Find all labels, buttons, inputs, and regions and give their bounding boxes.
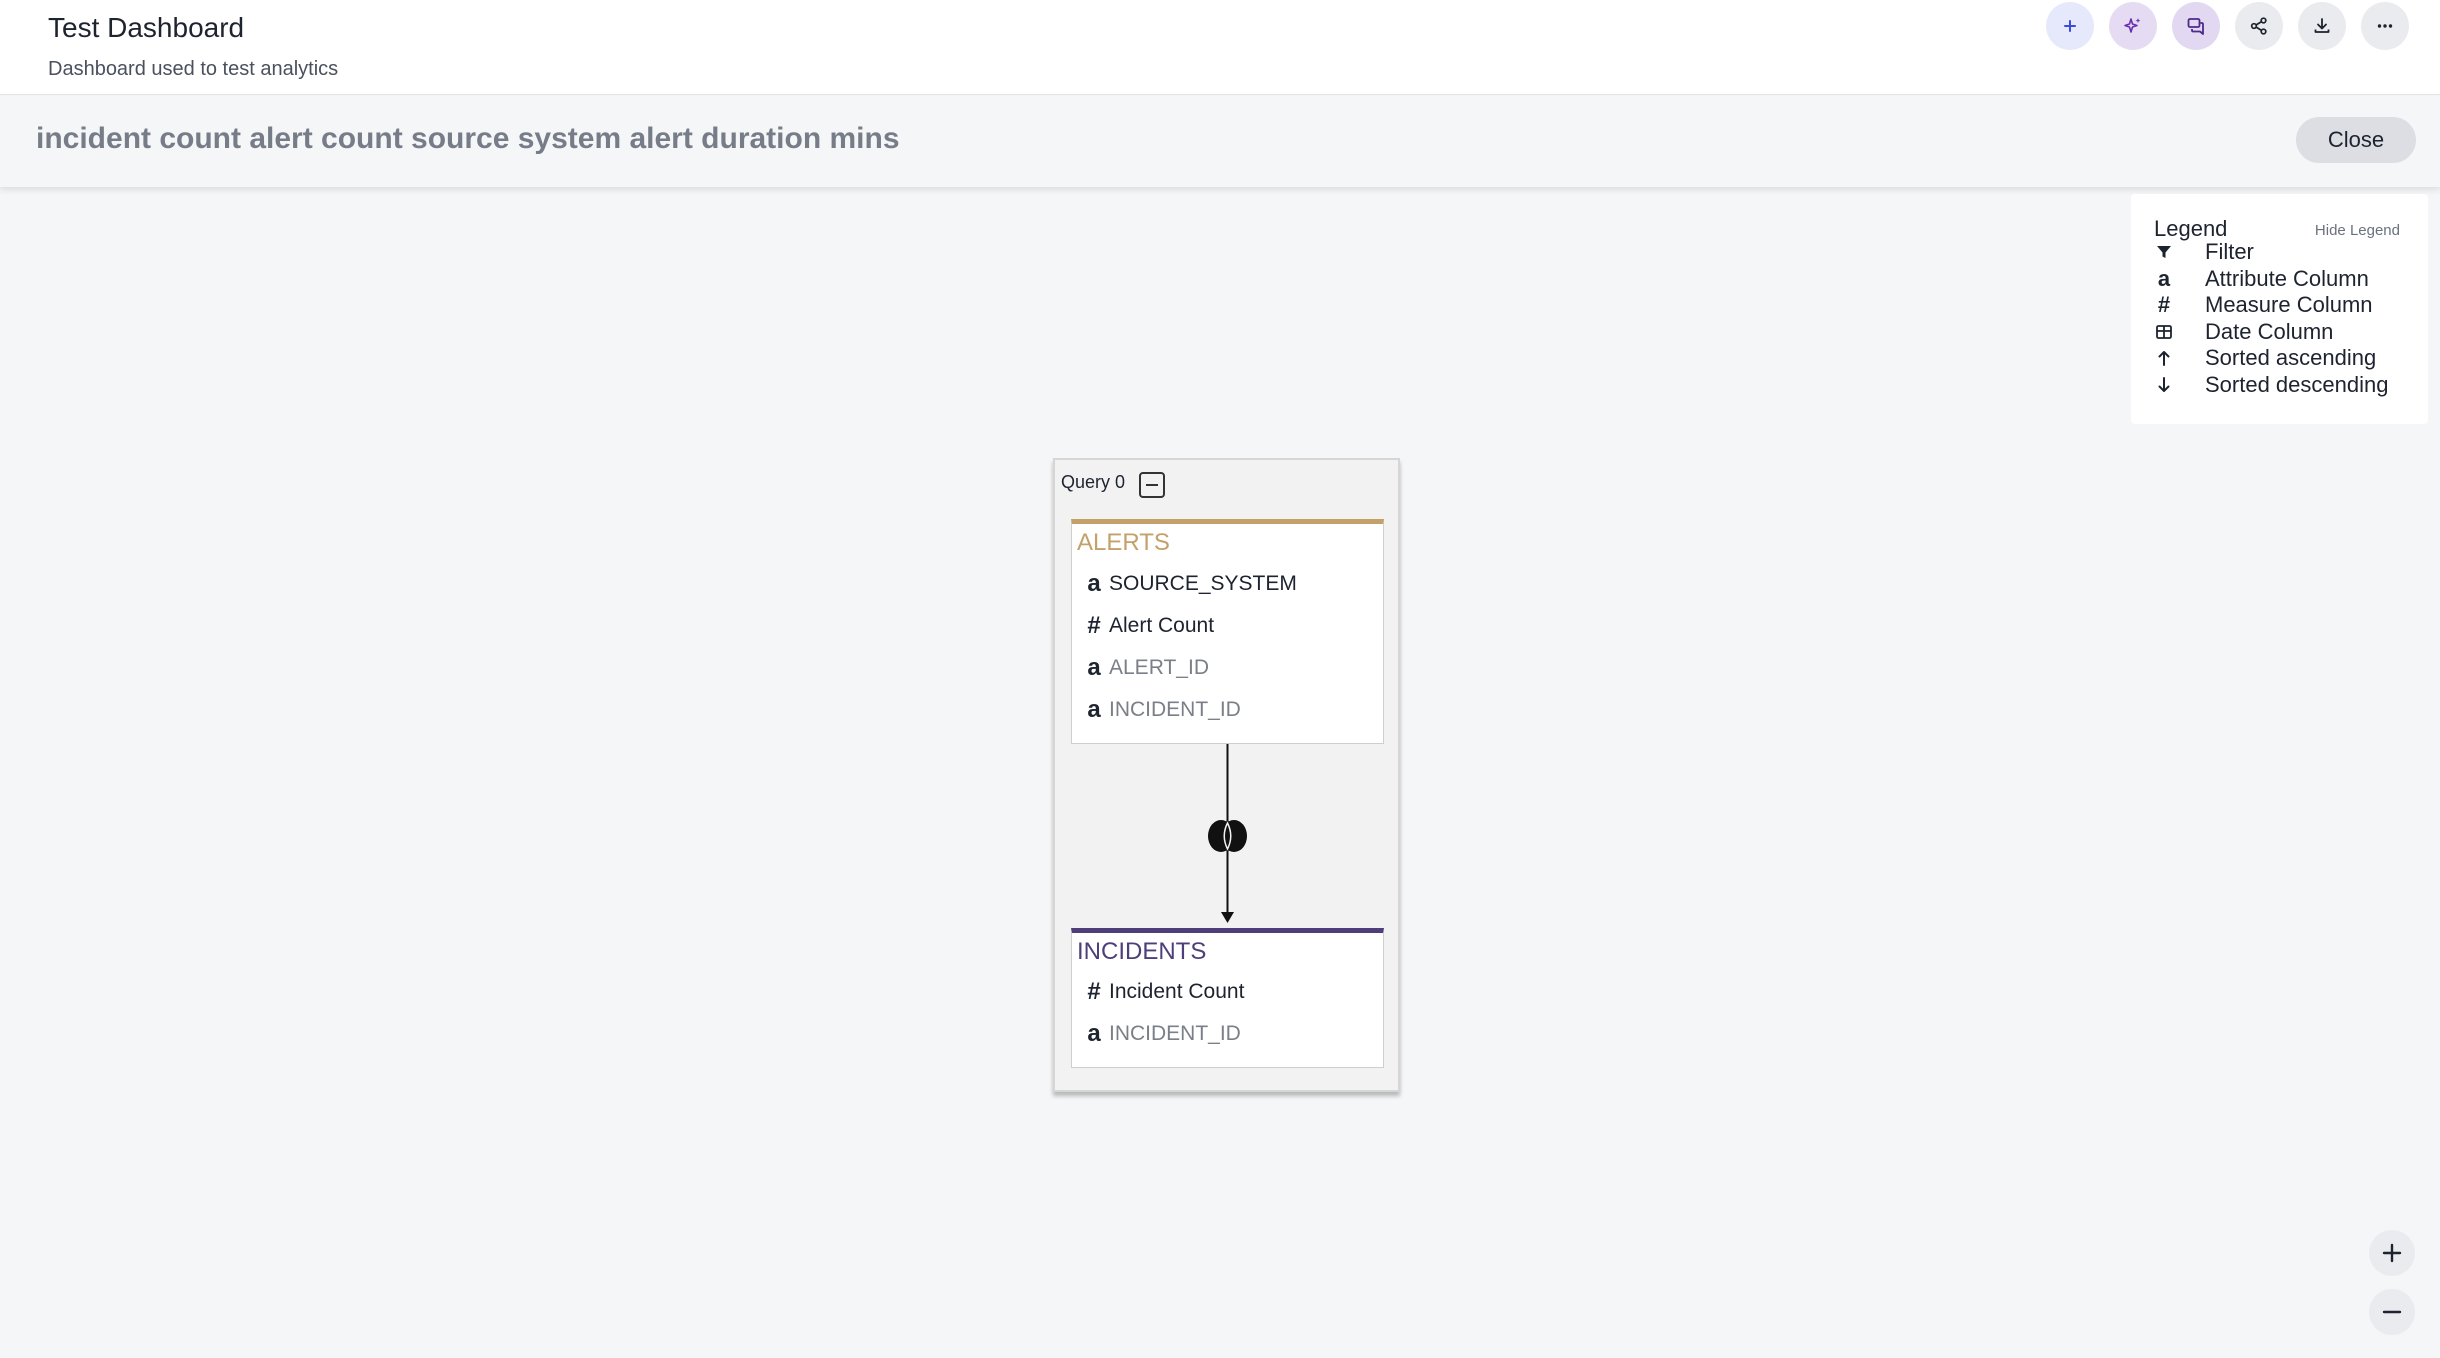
legend-item-attribute: a Attribute Column (2154, 266, 2369, 292)
date-icon (2154, 321, 2174, 343)
download-button[interactable] (2298, 2, 2346, 50)
zoom-in-button[interactable] (2369, 1230, 2415, 1276)
query-bar: incident count alert count source system… (0, 96, 2440, 187)
legend-item-date: Date Column (2154, 319, 2333, 345)
table-card-alerts[interactable]: ALERTS a SOURCE_SYSTEM # Alert Count a A… (1071, 519, 1384, 744)
zoom-out-icon (2382, 1310, 2402, 1314)
column-name: Alert Count (1109, 614, 1215, 637)
column-row[interactable]: # Alert Count (1084, 611, 1214, 641)
query-text: incident count alert count source system… (36, 122, 900, 155)
download-icon (2314, 18, 2330, 33)
arrow-up-icon (2154, 347, 2174, 369)
collapse-query-button[interactable] (1139, 472, 1165, 498)
zoom-out-button[interactable] (2369, 1289, 2415, 1335)
ai-button[interactable] (2109, 2, 2157, 50)
share-button[interactable] (2235, 2, 2283, 50)
add-icon (2064, 20, 2076, 32)
column-row[interactable]: a INCIDENT_ID (1084, 695, 1241, 725)
legend-item-filter: Filter (2154, 239, 2254, 265)
measure-icon: # (1087, 612, 1101, 639)
header-actions (2046, 2, 2409, 50)
query-group[interactable]: Query 0 ALERTS a SOURCE_SYSTEM # Alert C… (1053, 458, 1400, 1092)
column-name: SOURCE_SYSTEM (1109, 572, 1297, 595)
column-row[interactable]: a INCIDENT_ID (1084, 1019, 1241, 1049)
column-row[interactable]: a SOURCE_SYSTEM (1084, 569, 1297, 599)
share-icon (2250, 17, 2267, 35)
attribute-icon: a (2157, 266, 2171, 291)
inner-join-icon (1208, 820, 1247, 852)
column-name: Incident Count (1109, 980, 1245, 1003)
legend-item-measure: # Measure Column (2154, 292, 2373, 318)
measure-icon: # (2157, 292, 2171, 317)
attribute-icon: a (1087, 1020, 1101, 1047)
arrow-down-icon (2154, 374, 2174, 396)
attribute-icon: a (1087, 696, 1101, 723)
legend-item-sorted-asc: Sorted ascending (2154, 345, 2376, 371)
dashboard-subtitle: Dashboard used to test analytics (48, 58, 339, 80)
add-button[interactable] (2046, 2, 2094, 50)
dashboard-title: Test Dashboard (48, 12, 245, 43)
close-button[interactable]: Close (2296, 117, 2416, 163)
hide-legend-link[interactable]: Hide Legend (2315, 222, 2400, 239)
table-name: INCIDENTS (1077, 938, 1207, 965)
filter-icon (2154, 241, 2174, 263)
table-name: ALERTS (1077, 529, 1170, 556)
column-name: INCIDENT_ID (1109, 1022, 1241, 1045)
more-button[interactable] (2361, 2, 2409, 50)
attribute-icon: a (1087, 654, 1101, 681)
column-row[interactable]: # Incident Count (1084, 977, 1244, 1007)
legend-panel: Legend Hide Legend Filter a Attribute Co… (2131, 194, 2428, 424)
conversation-icon (2187, 18, 2204, 35)
sparkle-ai-icon (2124, 18, 2141, 33)
more-icon (2377, 24, 2393, 28)
zoom-in-icon (2382, 1243, 2402, 1263)
column-name: ALERT_ID (1109, 656, 1209, 679)
attribute-icon: a (1087, 570, 1101, 597)
dashboard-header: Test Dashboard Dashboard used to test an… (0, 0, 2440, 95)
measure-icon: # (1087, 978, 1101, 1005)
table-card-incidents[interactable]: INCIDENTS # Incident Count a INCIDENT_ID (1071, 928, 1384, 1068)
conversation-button[interactable] (2172, 2, 2220, 50)
column-row[interactable]: a ALERT_ID (1084, 653, 1209, 683)
column-name: INCIDENT_ID (1109, 698, 1241, 721)
legend-item-sorted-desc: Sorted descending (2154, 372, 2388, 398)
query-label: Query 0 (1061, 472, 1126, 492)
